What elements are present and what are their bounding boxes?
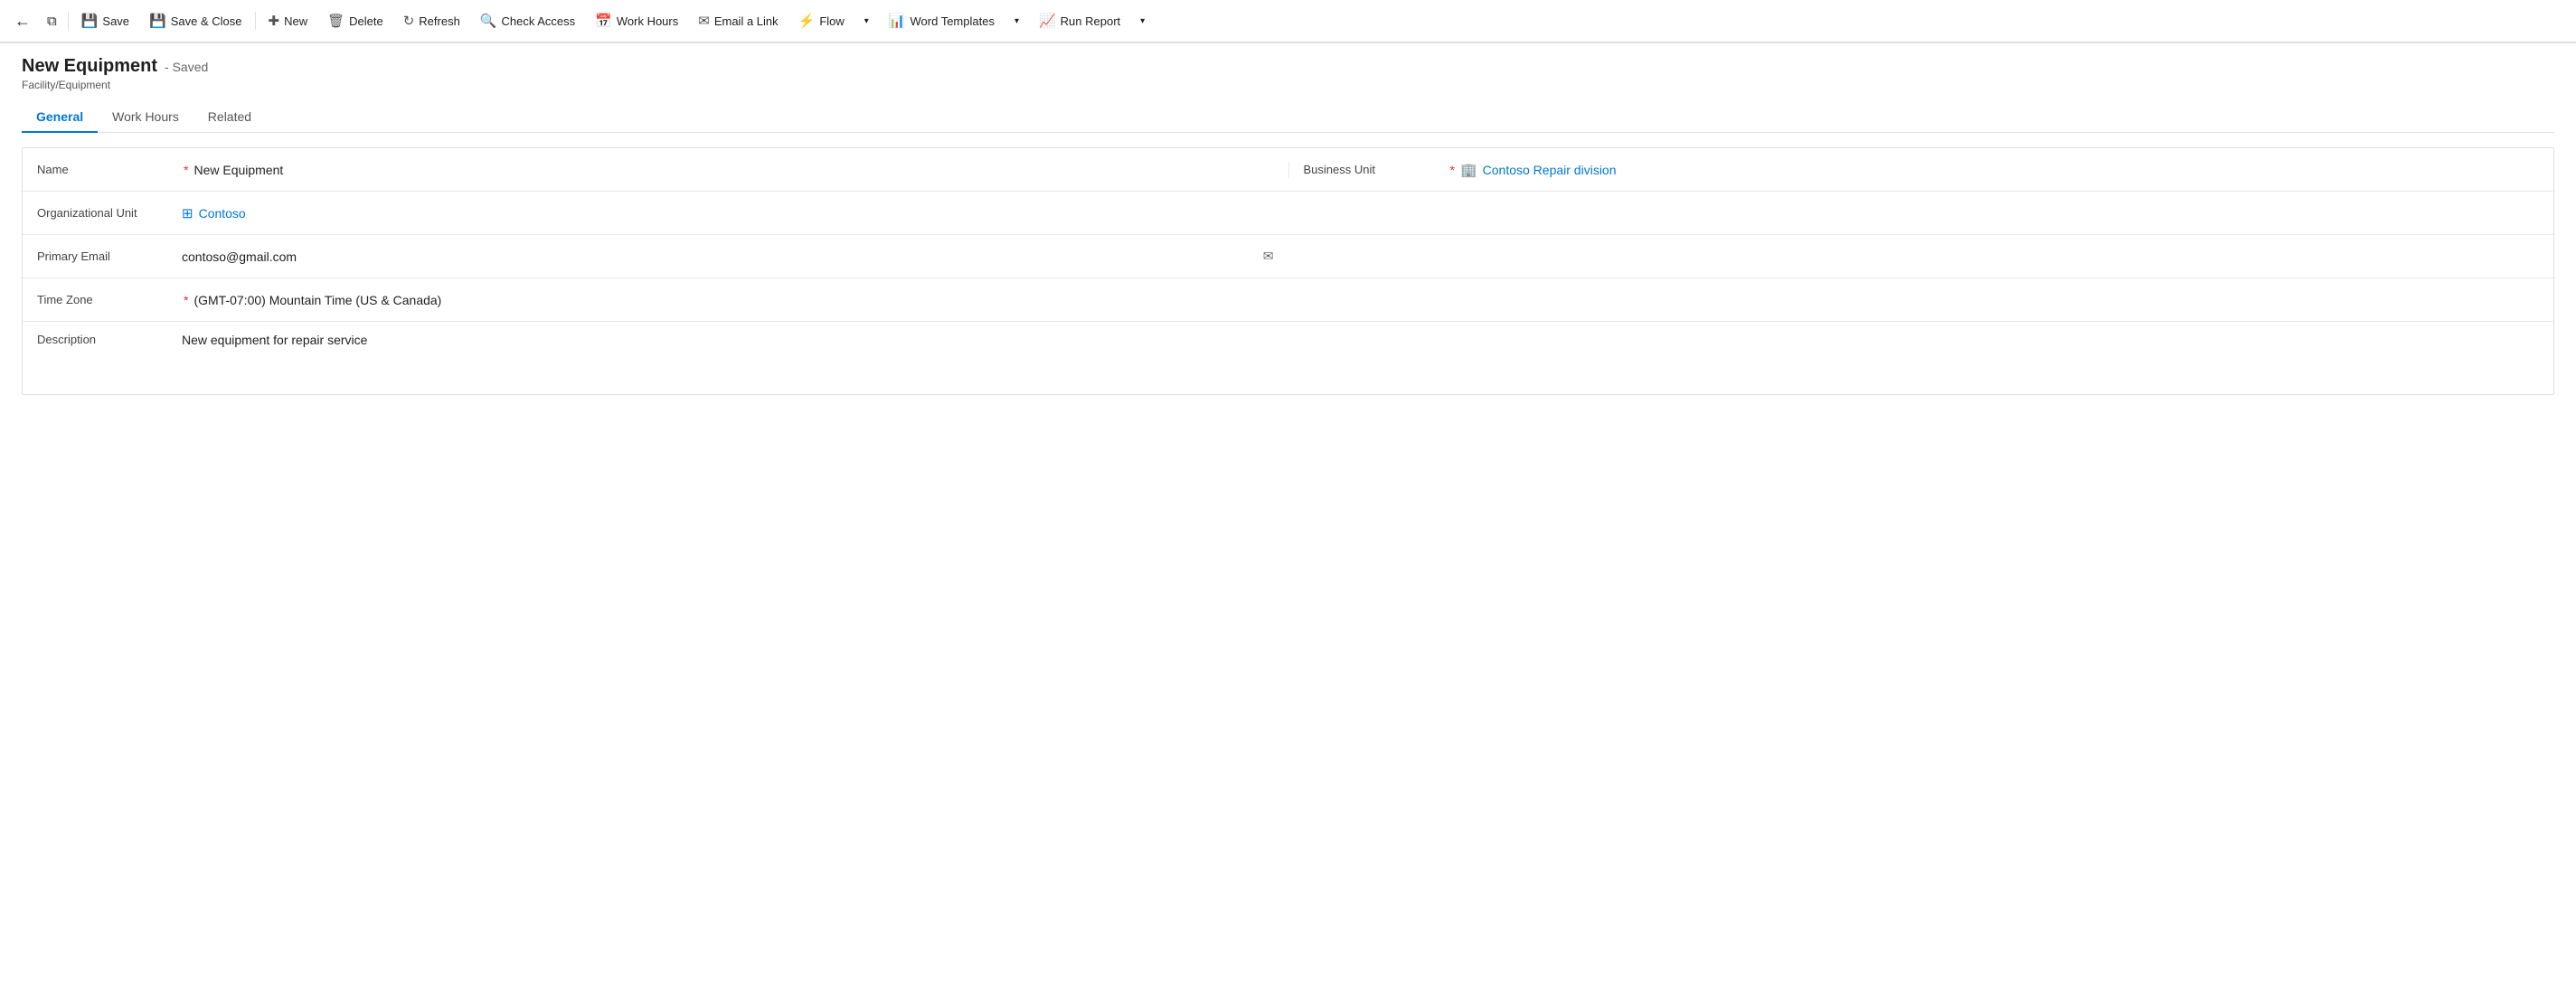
org-unit-value[interactable]: Contoso bbox=[199, 206, 1274, 221]
word-templates-dropdown-button[interactable]: ▾ bbox=[1004, 11, 1028, 32]
tab-work-hours[interactable]: Work Hours bbox=[98, 102, 193, 133]
org-unit-row: Organizational Unit ⊞ Contoso bbox=[23, 192, 2553, 235]
email-field-left: Primary Email contoso@gmail.com ✉ bbox=[23, 249, 1288, 264]
check-access-button[interactable]: 🔍 Check Access bbox=[471, 7, 584, 34]
description-field-left: Description New equipment for repair ser… bbox=[23, 331, 1288, 347]
word-templates-button[interactable]: 📊 Word Templates bbox=[880, 7, 1004, 34]
timezone-row: Time Zone * (GMT-07:00) Mountain Time (U… bbox=[23, 278, 2553, 322]
work-hours-button[interactable]: 📅 Work Hours bbox=[586, 7, 687, 34]
run-report-btn-group: 📈 Run Report ▾ bbox=[1030, 7, 1154, 34]
save-label: Save bbox=[102, 14, 129, 28]
delete-icon: 🗑 bbox=[327, 13, 344, 29]
email-row: Primary Email contoso@gmail.com ✉ bbox=[23, 235, 2553, 278]
separator-2 bbox=[255, 12, 256, 30]
page-header: New Equipment - Saved Facility/Equipment… bbox=[0, 43, 2576, 133]
name-label: Name bbox=[37, 163, 182, 176]
new-icon: ✚ bbox=[269, 13, 280, 29]
word-templates-chevron-icon: ▾ bbox=[1014, 16, 1019, 26]
description-row: Description New equipment for repair ser… bbox=[23, 322, 2553, 394]
flow-icon: ⚡ bbox=[798, 13, 816, 29]
tab-general[interactable]: General bbox=[22, 102, 98, 133]
window-icon: ⧉ bbox=[47, 14, 57, 29]
email-link-button[interactable]: ✉ Email a Link bbox=[689, 7, 787, 34]
page-title: New Equipment bbox=[22, 56, 157, 77]
email-send-icon[interactable]: ✉ bbox=[1263, 249, 1274, 264]
description-value[interactable]: New equipment for repair service bbox=[182, 333, 1274, 347]
business-unit-icon: 🏢 bbox=[1460, 162, 1477, 178]
flow-dropdown-button[interactable]: ▾ bbox=[854, 11, 878, 32]
back-button[interactable]: ← bbox=[7, 8, 38, 34]
work-hours-label: Work Hours bbox=[617, 14, 678, 28]
flow-btn-group: ⚡ Flow ▾ bbox=[789, 7, 878, 34]
business-unit-value[interactable]: Contoso Repair division bbox=[1483, 163, 2539, 177]
page-title-row: New Equipment - Saved bbox=[22, 56, 2554, 77]
email-field-wrapper: contoso@gmail.com ✉ bbox=[182, 249, 1274, 264]
check-access-label: Check Access bbox=[502, 14, 576, 28]
check-access-icon: 🔍 bbox=[480, 13, 497, 29]
save-close-icon: 💾 bbox=[149, 13, 166, 29]
refresh-label: Refresh bbox=[419, 14, 460, 28]
email-link-icon: ✉ bbox=[698, 13, 710, 29]
org-unit-label: Organizational Unit bbox=[37, 206, 182, 220]
tabs: General Work Hours Related bbox=[22, 102, 2554, 133]
org-unit-icon: ⊞ bbox=[182, 205, 193, 221]
save-close-button[interactable]: 💾 Save & Close bbox=[140, 7, 250, 34]
name-field-left: Name * New Equipment bbox=[23, 163, 1288, 177]
toolbar: ← ⧉ 💾 Save 💾 Save & Close ✚ New 🗑 Delete… bbox=[0, 0, 2576, 43]
word-templates-btn-group: 📊 Word Templates ▾ bbox=[880, 7, 1028, 34]
back-icon: ← bbox=[14, 12, 31, 31]
word-templates-icon: 📊 bbox=[889, 13, 906, 29]
business-unit-field-right: Business Unit * 🏢 Contoso Repair divisio… bbox=[1288, 162, 2554, 178]
work-hours-icon: 📅 bbox=[595, 13, 612, 29]
window-button[interactable]: ⧉ bbox=[40, 10, 64, 33]
name-row: Name * New Equipment Business Unit * 🏢 C… bbox=[23, 148, 2553, 192]
timezone-label: Time Zone bbox=[37, 293, 182, 306]
save-close-label: Save & Close bbox=[171, 14, 242, 28]
run-report-label: Run Report bbox=[1061, 14, 1120, 28]
name-required: * bbox=[184, 163, 188, 177]
description-label: Description bbox=[37, 333, 182, 346]
primary-email-label: Primary Email bbox=[37, 249, 182, 263]
word-templates-label: Word Templates bbox=[911, 14, 995, 28]
separator-1 bbox=[68, 12, 69, 30]
run-report-chevron-icon: ▾ bbox=[1140, 16, 1145, 26]
org-unit-field-left: Organizational Unit ⊞ Contoso bbox=[23, 205, 1288, 221]
save-icon: 💾 bbox=[81, 13, 99, 29]
name-value[interactable]: New Equipment bbox=[193, 163, 1273, 177]
run-report-icon: 📈 bbox=[1039, 13, 1056, 29]
new-button[interactable]: ✚ New bbox=[259, 7, 317, 34]
refresh-button[interactable]: ↻ Refresh bbox=[394, 7, 469, 34]
page-subtitle: Facility/Equipment bbox=[22, 79, 2554, 91]
save-button[interactable]: 💾 Save bbox=[72, 7, 138, 34]
flow-chevron-icon: ▾ bbox=[864, 16, 869, 26]
flow-button[interactable]: ⚡ Flow bbox=[789, 7, 854, 34]
business-unit-label: Business Unit bbox=[1304, 163, 1448, 176]
run-report-button[interactable]: 📈 Run Report bbox=[1030, 7, 1129, 34]
run-report-dropdown-button[interactable]: ▾ bbox=[1129, 11, 1154, 32]
new-label: New bbox=[284, 14, 307, 28]
flow-label: Flow bbox=[819, 14, 844, 28]
email-link-label: Email a Link bbox=[714, 14, 778, 28]
tab-related[interactable]: Related bbox=[193, 102, 266, 133]
timezone-required: * bbox=[184, 293, 188, 307]
delete-button[interactable]: 🗑 Delete bbox=[318, 7, 392, 34]
refresh-icon: ↻ bbox=[403, 13, 415, 29]
email-value[interactable]: contoso@gmail.com bbox=[182, 249, 1256, 264]
timezone-value[interactable]: (GMT-07:00) Mountain Time (US & Canada) bbox=[193, 293, 1273, 307]
page-saved-status: - Saved bbox=[165, 60, 208, 74]
timezone-field-left: Time Zone * (GMT-07:00) Mountain Time (U… bbox=[23, 293, 1288, 307]
form-container: Name * New Equipment Business Unit * 🏢 C… bbox=[22, 147, 2554, 395]
delete-label: Delete bbox=[349, 14, 383, 28]
business-unit-required: * bbox=[1450, 163, 1455, 177]
